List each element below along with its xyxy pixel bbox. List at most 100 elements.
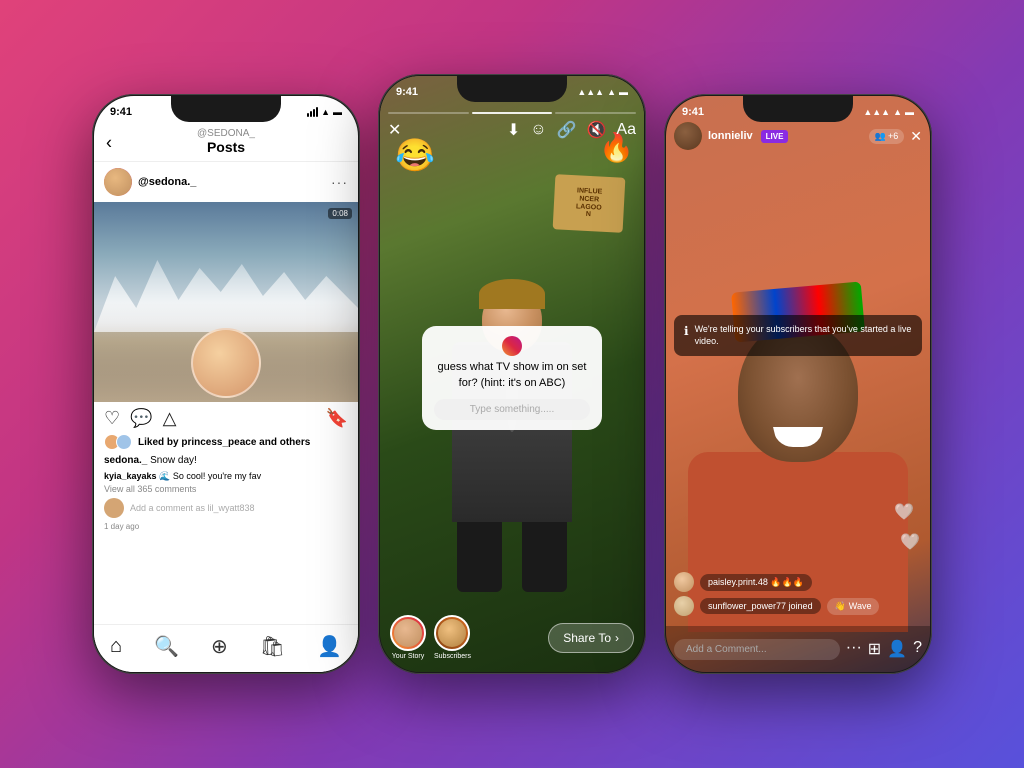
wifi-right: ▲	[893, 107, 902, 117]
comment2-avatar	[674, 596, 694, 616]
current-user-avatar	[104, 498, 124, 518]
status-bar-center: 9:41 ▲▲▲ ▲ ▬	[380, 76, 644, 104]
post-action-row: ♡ 💬 △ 🔖	[94, 402, 358, 432]
live-notification: ℹ We're telling your subscribers that yo…	[674, 315, 922, 356]
posts-title: Posts	[94, 139, 358, 155]
live-notif-info-icon: ℹ	[684, 324, 689, 338]
subscribers-avatar	[434, 615, 470, 651]
phone-right-screen: 🤍 🤍 9:41 ▲▲▲ ▲ ▬	[666, 96, 930, 672]
story-close-button[interactable]: ✕	[388, 120, 401, 140]
share-button[interactable]: △	[163, 408, 177, 429]
live-badge: LIVE	[761, 130, 789, 143]
kyia-comment: kyia_kayaks 🌊 So cool! you're my fav	[94, 470, 358, 483]
comment1-emojis: 🔥🔥🔥	[770, 577, 804, 587]
nav-shop[interactable]: 🛍	[260, 634, 285, 659]
post-avatar[interactable]	[104, 168, 132, 196]
live-comment-2: sunflower_power77 joined 👋 Wave	[674, 596, 922, 616]
comment-button[interactable]: 💬	[130, 408, 152, 429]
your-story-item[interactable]: Your Story	[390, 615, 426, 660]
live-person-button[interactable]: 👤	[887, 639, 907, 659]
viewers-count: +6	[888, 131, 898, 141]
live-user-info: lonnieliv LIVE	[674, 122, 788, 150]
wave-label: Wave	[849, 601, 872, 611]
view-comments-link[interactable]: View all 365 comments	[94, 483, 358, 495]
story-download-icon[interactable]: ⬇	[507, 120, 520, 140]
live-grid-button[interactable]: ⊞	[868, 639, 881, 659]
nav-add[interactable]: ⊕	[211, 634, 228, 659]
live-avatar-img	[674, 122, 702, 150]
post-image: 0:08	[94, 202, 358, 402]
post-caption: sedona._ Snow day!	[94, 452, 358, 470]
selfie-area	[94, 322, 358, 402]
status-icons-center: ▲▲▲ ▲ ▬	[577, 87, 628, 97]
subscribers-item[interactable]: Subscribers	[434, 615, 471, 660]
comment1-bubble: paisley.print.48 🔥🔥🔥	[700, 574, 812, 591]
post-time: 1 day ago	[94, 521, 358, 532]
post-left-actions: ♡ 💬 △	[104, 408, 176, 429]
likes-text: Liked by princess_peace and others	[138, 437, 310, 448]
back-button[interactable]: ‹	[106, 132, 112, 153]
live-right-icons: 👥 +6 ✕	[869, 128, 922, 145]
story-mute-icon[interactable]: 🔇	[587, 120, 607, 140]
progress-bar-1	[388, 112, 469, 114]
question-sticker-input[interactable]: Type something.....	[434, 399, 590, 420]
status-icons-left: ▲ ▬	[307, 107, 342, 117]
bookmark-button[interactable]: 🔖	[326, 408, 348, 429]
phone-center: INFLUENCERLAGOON 😂 🔥	[378, 74, 646, 674]
like-avatar-2	[116, 434, 132, 450]
story-text-icon[interactable]: Aa	[616, 121, 636, 139]
live-close-button[interactable]: ✕	[910, 128, 922, 145]
post-username[interactable]: @sedona._	[138, 176, 196, 188]
progress-bar-3	[555, 112, 636, 114]
kyia-emoji: 🌊	[159, 471, 170, 481]
phone-center-screen: INFLUENCERLAGOON 😂 🔥	[380, 76, 644, 672]
story-background: INFLUENCERLAGOON 😂 🔥	[380, 76, 644, 672]
story-top-icons: ⬇ ☺ 🔗 🔇 Aa	[507, 120, 636, 140]
add-comment-placeholder[interactable]: Add a comment as lil_wyatt838	[130, 503, 255, 513]
likes-row: Liked by princess_peace and others	[94, 432, 358, 452]
comment2-bubble: sunflower_power77 joined	[700, 598, 821, 614]
question-sticker-avatar-row	[434, 336, 590, 356]
live-help-button[interactable]: ?	[913, 639, 922, 659]
selfie-face	[191, 328, 261, 398]
story-emoji-icon[interactable]: ☺	[530, 121, 546, 139]
kyia-username: kyia_kayaks	[104, 471, 157, 481]
story-bottom: Your Story Subscribers	[380, 607, 644, 672]
signal-right: ▲▲▲	[863, 107, 890, 117]
time-right: 9:41	[682, 106, 704, 118]
story-avatar-group: Your Story Subscribers	[390, 615, 471, 660]
share-to-button[interactable]: Share To ›	[548, 623, 634, 653]
nav-search[interactable]: 🔍	[154, 634, 179, 659]
like-button[interactable]: ♡	[104, 408, 120, 429]
kyia-text: So cool! you're my fav	[173, 471, 261, 481]
your-story-label: Your Story	[390, 653, 426, 660]
live-more-button[interactable]: ···	[846, 639, 862, 659]
story-link-icon[interactable]: 🔗	[557, 120, 577, 140]
story-controls-top: 9:41 ▲▲▲ ▲ ▬	[380, 76, 644, 142]
your-story-face	[394, 619, 422, 647]
story-bottom-row: Your Story Subscribers	[390, 615, 634, 660]
post-more-button[interactable]: ···	[331, 174, 348, 190]
posts-header: ‹ @SEDONA_ Posts	[94, 124, 358, 162]
live-comment-1: paisley.print.48 🔥🔥🔥	[674, 572, 922, 592]
bottom-nav: ⌂ 🔍 ⊕ 🛍 👤	[94, 624, 358, 672]
share-to-arrow: ›	[615, 631, 619, 645]
live-host-avatar[interactable]	[674, 122, 702, 150]
wave-button[interactable]: 👋 Wave	[827, 598, 880, 615]
time-center: 9:41	[396, 86, 418, 98]
like-avatars	[104, 434, 128, 450]
nav-home[interactable]: ⌂	[110, 635, 122, 658]
post-user-info: @sedona._	[104, 168, 196, 196]
comment1-user: paisley.print.48	[708, 577, 768, 587]
battery-icon-left: ▬	[333, 107, 342, 117]
story-sign-text: INFLUENCERLAGOON	[575, 187, 602, 219]
question-sticker: guess what TV show im on set for? (hint:…	[422, 326, 602, 430]
subscribers-label: Subscribers	[434, 653, 471, 660]
share-to-label: Share To	[563, 631, 611, 645]
live-comment-input[interactable]: Add a Comment...	[674, 639, 840, 660]
nav-profile[interactable]: 👤	[317, 634, 342, 659]
story-sign: INFLUENCERLAGOON	[553, 174, 626, 233]
live-viewers-badge: 👥 +6	[869, 129, 904, 144]
signal-center: ▲▲▲	[577, 87, 604, 97]
video-duration: 0:08	[328, 208, 352, 219]
